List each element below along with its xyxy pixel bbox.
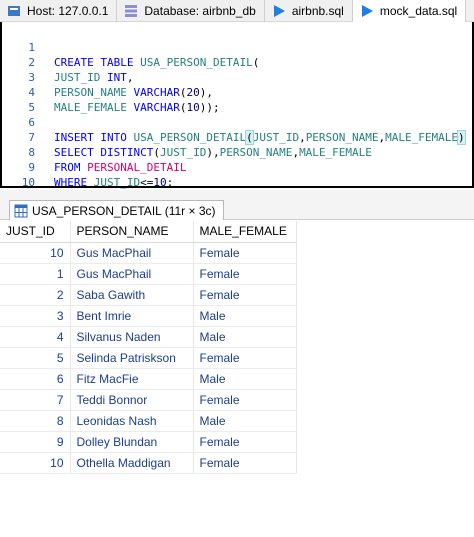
- cell-just-id[interactable]: 8: [0, 410, 71, 432]
- code-line: MALE_FEMALE VARCHAR(10));: [54, 101, 220, 114]
- pane-splitter[interactable]: [0, 190, 474, 198]
- column-header-male-female[interactable]: MALE_FEMALE: [193, 221, 297, 243]
- cell-male-female[interactable]: Female: [193, 284, 297, 306]
- tab-result[interactable]: USA_PERSON_DETAIL (11r × 3c): [9, 200, 224, 220]
- editor-line: 5: [2, 85, 35, 114]
- cell-person-name[interactable]: Bent Imrie: [70, 305, 194, 327]
- tab-mock-data-sql-label: mock_data.sql: [379, 4, 458, 18]
- cell-just-id[interactable]: 5: [0, 347, 71, 369]
- cell-just-id[interactable]: 6: [0, 368, 71, 390]
- table-row[interactable]: 7 Teddi Bonnor Female: [0, 389, 297, 411]
- play-icon: [359, 3, 375, 19]
- grid-header-row: JUST_ID PERSON_NAME MALE_FEMALE: [0, 221, 297, 243]
- cell-male-female[interactable]: Male: [193, 410, 297, 432]
- tab-database-label: Database: airbnb_db: [144, 4, 256, 18]
- editor-line: 9 WHERE JUST_ID<=10;: [2, 145, 173, 189]
- table-row[interactable]: 4 Silvanus Naden Male: [0, 326, 297, 348]
- table-row[interactable]: 3 Bent Imrie Male: [0, 305, 297, 327]
- cell-just-id[interactable]: 1: [0, 263, 71, 285]
- table-row[interactable]: 1 Gus MacPhail Female: [0, 263, 297, 285]
- cell-male-female[interactable]: Male: [193, 326, 297, 348]
- tab-airbnb-sql-label: airbnb.sql: [291, 4, 344, 18]
- cell-male-female[interactable]: Female: [193, 242, 297, 264]
- cell-male-female[interactable]: Female: [193, 347, 297, 369]
- editor-line: 2 JUST_ID INT,: [2, 40, 133, 84]
- editor-line: 11 SELECT * FROM USA_PERSON_DETAIL;: [2, 175, 266, 219]
- code-line: INSERT INTO USA_PERSON_DETAIL(JUST_ID,PE…: [54, 130, 466, 145]
- code-line: CREATE TABLE USA_PERSON_DETAIL(: [54, 56, 260, 69]
- code-line: FROM PERSONAL_DETAIL: [54, 161, 187, 174]
- table-icon: [14, 204, 28, 218]
- cell-just-id[interactable]: 3: [0, 305, 71, 327]
- cell-male-female[interactable]: Female: [193, 431, 297, 453]
- play-icon: [271, 3, 287, 19]
- cell-male-female[interactable]: Female: [193, 452, 297, 474]
- code-line: JUST_ID INT,: [54, 71, 134, 84]
- cell-person-name[interactable]: Gus MacPhail: [70, 263, 194, 285]
- sql-editor[interactable]: 1 CREATE TABLE USA_PERSON_DETAIL( 2 JUST…: [0, 22, 474, 219]
- tab-airbnb-sql[interactable]: airbnb.sql: [265, 0, 353, 22]
- cell-just-id[interactable]: 4: [0, 326, 71, 348]
- code-line: PERSON_NAME VARCHAR(20),: [54, 86, 213, 99]
- table-row[interactable]: 5 Selinda Patriskson Female: [0, 347, 297, 369]
- cell-male-female[interactable]: Male: [193, 368, 297, 390]
- table-row[interactable]: 8 Leonidas Nash Male: [0, 410, 297, 432]
- table-row[interactable]: 10 Othella Maddigan Female: [0, 452, 297, 474]
- tab-host[interactable]: Host: 127.0.0.1: [0, 0, 118, 22]
- tab-host-label: Host: 127.0.0.1: [27, 4, 109, 18]
- editor-line: 1 CREATE TABLE USA_PERSON_DETAIL(: [2, 25, 259, 69]
- editor-line: 3 PERSON_NAME VARCHAR(20),: [2, 55, 213, 99]
- code-line: SELECT DISTINCT(JUST_ID),PERSON_NAME,MAL…: [54, 146, 372, 159]
- column-header-just-id[interactable]: JUST_ID: [0, 221, 71, 243]
- editor-line: 6 INSERT INTO USA_PERSON_DETAIL(JUST_ID,…: [2, 100, 466, 145]
- result-grid[interactable]: JUST_ID PERSON_NAME MALE_FEMALE 10 Gus Ma…: [0, 221, 297, 474]
- cell-male-female[interactable]: Female: [193, 389, 297, 411]
- cell-just-id[interactable]: 10: [0, 452, 71, 474]
- cell-person-name[interactable]: Dolley Blundan: [70, 431, 194, 453]
- cell-male-female[interactable]: Male: [193, 305, 297, 327]
- cell-male-female[interactable]: Female: [193, 263, 297, 285]
- cell-just-id[interactable]: 7: [0, 389, 71, 411]
- tab-mock-data-sql[interactable]: mock_data.sql: [352, 0, 467, 22]
- table-row[interactable]: 2 Saba Gawith Female: [0, 284, 297, 306]
- tab-database[interactable]: Database: airbnb_db: [117, 0, 265, 22]
- code-line: WHERE JUST_ID<=10;: [54, 176, 174, 189]
- cell-just-id[interactable]: 10: [0, 242, 71, 264]
- editor-line: 10: [2, 160, 35, 189]
- editor-line: 4 MALE_FEMALE VARCHAR(10));: [2, 70, 219, 114]
- table-row[interactable]: 6 Fitz MacFie Male: [0, 368, 297, 390]
- host-icon: [6, 3, 22, 19]
- query-tab-bar: Host: 127.0.0.1 Database: airbnb_db airb…: [0, 0, 474, 22]
- cell-person-name[interactable]: Saba Gawith: [70, 284, 194, 306]
- column-header-person-name[interactable]: PERSON_NAME: [70, 221, 194, 243]
- editor-line: 7 SELECT DISTINCT(JUST_ID),PERSON_NAME,M…: [2, 115, 372, 159]
- table-row[interactable]: 9 Dolley Blundan Female: [0, 431, 297, 453]
- result-tab-bar: USA_PERSON_DETAIL (11r × 3c): [0, 198, 474, 220]
- cell-person-name[interactable]: Gus MacPhail: [70, 242, 194, 264]
- cell-just-id[interactable]: 9: [0, 431, 71, 453]
- cell-person-name[interactable]: Othella Maddigan: [70, 452, 194, 474]
- database-icon: [123, 3, 139, 19]
- cell-just-id[interactable]: 2: [0, 284, 71, 306]
- cell-person-name[interactable]: Fitz MacFie: [70, 368, 194, 390]
- cell-person-name[interactable]: Silvanus Naden: [70, 326, 194, 348]
- cell-person-name[interactable]: Leonidas Nash: [70, 410, 194, 432]
- cell-person-name[interactable]: Teddi Bonnor: [70, 389, 194, 411]
- table-row[interactable]: 10 Gus MacPhail Female: [0, 242, 297, 264]
- cell-person-name[interactable]: Selinda Patriskson: [70, 347, 194, 369]
- editor-line: 8 FROM PERSONAL_DETAIL: [2, 130, 186, 174]
- result-tab-label: USA_PERSON_DETAIL (11r × 3c): [32, 203, 216, 218]
